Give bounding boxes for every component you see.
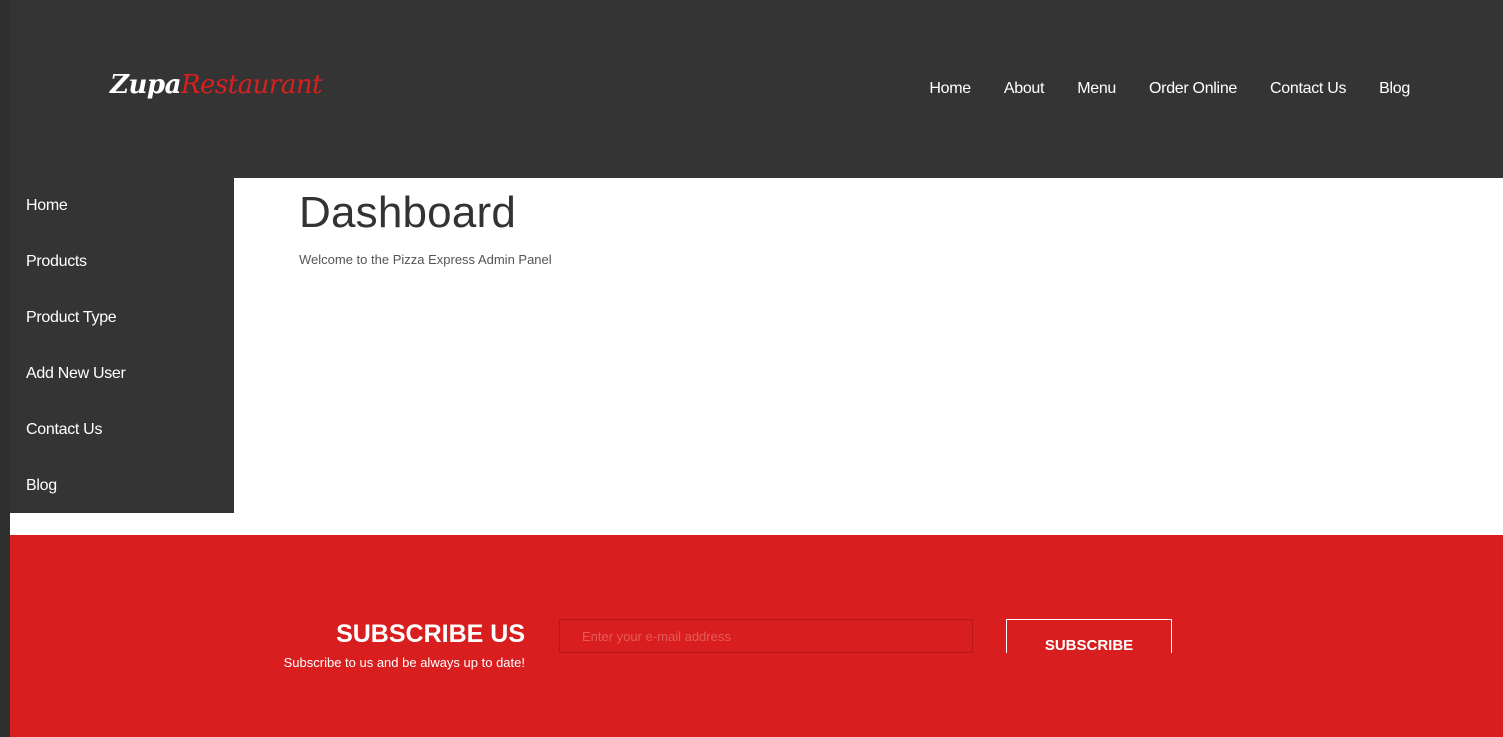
admin-sidebar: Home Products Product Type Add New User … [10,178,234,513]
sidebar-item-products[interactable]: Products [10,234,234,290]
logo-text-zupa: Zupa [110,70,181,100]
subscribe-title: SUBSCRIBE US [336,620,525,648]
sidebar-item-blog[interactable]: Blog [10,458,234,514]
top-nav-blog[interactable]: Blog [1379,80,1410,98]
subscribe-button[interactable]: SUBSCRIBE [1006,619,1172,653]
top-nav-order-online[interactable]: Order Online [1149,80,1237,98]
page-title: Dashboard [299,188,517,237]
logo-text-restaurant: Restaurant [180,70,323,100]
top-nav-home[interactable]: Home [929,80,971,98]
sidebar-item-contact-us[interactable]: Contact Us [10,402,234,458]
logo[interactable]: ZupaRestaurant [110,70,323,100]
subscribe-subtitle: Subscribe to us and be always up to date… [283,655,525,670]
site-header: ZupaRestaurant Home About Menu Order Onl… [10,0,1503,178]
email-input[interactable] [559,619,973,653]
page: ZupaRestaurant Home About Menu Order Onl… [10,0,1503,737]
main-content: Dashboard Welcome to the Pizza Express A… [299,188,552,267]
subscribe-footer: SUBSCRIBE US Subscribe to us and be alwa… [10,535,1503,737]
sidebar-item-product-type[interactable]: Product Type [10,290,234,346]
sidebar-item-home[interactable]: Home [10,178,234,234]
top-nav-contact-us[interactable]: Contact Us [1270,80,1346,98]
welcome-text: Welcome to the Pizza Express Admin Panel [299,252,552,267]
top-nav-menu[interactable]: Menu [1077,80,1116,98]
sidebar-item-add-new-user[interactable]: Add New User [10,346,234,402]
top-nav-about[interactable]: About [1004,80,1045,98]
top-nav: Home About Menu Order Online Contact Us … [896,80,1410,98]
